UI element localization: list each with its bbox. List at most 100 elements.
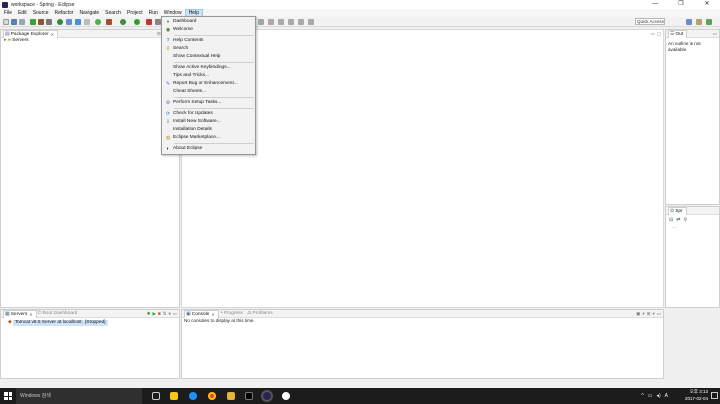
minimize-view-icon[interactable]: ▭ [713, 31, 717, 37]
help-menu-item-installation-details[interactable]: Installation Details [162, 126, 255, 134]
app-taskbar-icon[interactable] [282, 392, 290, 400]
tab-servers[interactable]: ▦ Servers ✕ [3, 309, 37, 318]
tab-boot-dashboard[interactable]: ⏻ Boot Dashboard [37, 310, 81, 317]
edge-icon[interactable] [189, 392, 197, 400]
windows-start-icon[interactable] [4, 392, 12, 400]
open-type-icon[interactable] [66, 19, 72, 25]
help-menu-item-welcome[interactable]: ◉ Welcome [162, 26, 255, 34]
display-console-icon[interactable]: ▣ [636, 311, 640, 317]
kakaotalk-icon[interactable] [170, 392, 178, 400]
close-icon[interactable]: ✕ [211, 311, 214, 318]
open-perspective-icon[interactable] [686, 19, 692, 25]
new-icon[interactable] [3, 19, 9, 25]
tab-progress[interactable]: ◔ Progress [219, 310, 246, 317]
tree-item-servers[interactable]: ▸ ▰ Servers [1, 38, 179, 44]
spring-collapse-icon[interactable]: ⊟ [669, 217, 673, 223]
debug-icon[interactable] [57, 19, 63, 25]
minimize-editor-icon[interactable]: ▭ [650, 31, 654, 37]
terminal-icon[interactable] [245, 392, 253, 400]
menu-file[interactable]: File [1, 9, 15, 17]
help-menu-item-about[interactable]: ◐ About Eclipse [162, 145, 255, 153]
toolbar-misc-icon[interactable] [84, 19, 90, 25]
eclipse-taskbar-icon[interactable] [263, 392, 271, 400]
toolbar-dropdown-icon[interactable] [106, 19, 112, 25]
help-menu-item-setup-tasks[interactable]: ⚙ Perform Setup Tasks... [162, 99, 255, 107]
forward-icon[interactable] [288, 19, 294, 25]
tab-package-explorer[interactable]: ▤ Package Explorer ✕ [3, 29, 58, 38]
pin-console-icon[interactable]: ▾ [642, 311, 644, 317]
nav-more-icon[interactable] [298, 19, 304, 25]
taskbar-search-input[interactable]: Windows 검색 [16, 388, 142, 404]
minimize-button[interactable]: — [642, 0, 668, 9]
menu-project[interactable]: Project [124, 9, 146, 17]
file-explorer-icon[interactable] [227, 392, 235, 400]
tab-problems[interactable]: ⚠ Problems [246, 310, 276, 317]
help-menu-item-install-software[interactable]: ⇩ Install New Software... [162, 118, 255, 126]
tab-spring[interactable]: ✿ Spr [668, 206, 687, 215]
help-menu-item-marketplace[interactable]: ◍ Eclipse Marketplace... [162, 134, 255, 142]
chrome-icon[interactable] [208, 392, 216, 400]
stop-server-icon[interactable]: ■ [158, 311, 161, 317]
run-icon[interactable] [134, 19, 140, 25]
menu-search[interactable]: Search [102, 9, 124, 17]
run-config-icon[interactable] [120, 19, 126, 25]
help-menu-item-help-contents[interactable]: ? Help Contents [162, 37, 255, 45]
volume-icon[interactable]: ◂) [656, 393, 660, 399]
taskbar-clock[interactable]: 오후 3:13 2017-02-04 [685, 389, 708, 402]
expand-arrow-icon[interactable]: ▸ [4, 38, 6, 44]
help-menu-item-check-updates[interactable]: ⟳ Check for Updates [162, 110, 255, 118]
menu-edit[interactable]: Edit [15, 9, 30, 17]
nav-last-edit-icon[interactable] [308, 19, 314, 25]
spring-more-icon[interactable]: ⋯ [666, 225, 719, 231]
java-ee-perspective-icon[interactable] [696, 19, 702, 25]
menu-navigate[interactable]: Navigate [76, 9, 102, 17]
open-task-icon[interactable] [75, 19, 81, 25]
help-menu-item-keybindings[interactable]: Show Active Keybindings... [162, 64, 255, 72]
task-view-icon[interactable] [152, 392, 160, 400]
build-icon[interactable] [38, 19, 44, 25]
ime-indicator[interactable]: A [665, 393, 668, 399]
menu-item-label: Report Bug or Enhancement... [173, 81, 238, 86]
tab-outline[interactable]: ☰ Out [668, 29, 688, 38]
save-all-icon[interactable] [19, 19, 25, 25]
tray-chevron-icon[interactable]: ^ [641, 393, 643, 399]
maximize-button[interactable]: ❐ [668, 0, 694, 9]
network-icon[interactable]: ▭ [648, 393, 653, 399]
help-menu-item-search[interactable]: ⚲ Search [162, 45, 255, 53]
quick-access-input[interactable]: Quick Access [635, 18, 665, 25]
maximize-editor-icon[interactable]: ▢ [657, 31, 661, 37]
annotation-next-icon[interactable] [268, 19, 274, 25]
tab-console[interactable]: ▣ Console ✕ [184, 309, 219, 318]
start-server-icon[interactable]: ▶ [153, 311, 156, 317]
start-server-debug-icon[interactable]: ✱ [147, 311, 151, 317]
save-icon[interactable] [11, 19, 17, 25]
minimize-view-icon[interactable]: ▭ [657, 311, 661, 317]
close-button[interactable]: ✕ [694, 0, 720, 9]
back-icon[interactable] [278, 19, 284, 25]
publish-icon[interactable]: ⇅ [163, 311, 167, 317]
help-menu-item-dashboard[interactable]: ● Dashboard [162, 18, 255, 26]
open-console-icon[interactable]: ⊞ [647, 311, 651, 317]
help-menu-item-report-bug[interactable]: ✎ Report Bug or Enhancement... [162, 80, 255, 88]
view-menu-icon[interactable]: ▾ [168, 311, 170, 317]
spring-filter-icon[interactable]: ⚲ [683, 217, 687, 223]
refresh-icon[interactable] [95, 19, 101, 25]
help-menu-item-cheat-sheets[interactable]: Cheat Sheets... [162, 88, 255, 96]
menu-source[interactable]: Source [30, 9, 52, 17]
close-icon[interactable]: ✕ [29, 311, 32, 318]
view-menu-icon[interactable]: ▾ [652, 311, 654, 317]
notification-icon[interactable] [711, 392, 718, 399]
help-menu-item-tips[interactable]: Tips and Tricks... [162, 72, 255, 80]
close-icon[interactable]: ✕ [51, 31, 54, 38]
server-row-tomcat[interactable]: ◆ Tomcat v8.5 Server at localhost [Stopp… [8, 320, 179, 326]
menu-run[interactable]: Run [146, 9, 161, 17]
menu-refactor[interactable]: Refactor [52, 9, 77, 17]
help-menu-item-contextual-help[interactable]: Show Contextual Help [162, 53, 255, 61]
toolbar-tool-icon[interactable] [46, 19, 52, 25]
spring-perspective-icon[interactable] [706, 19, 712, 25]
spring-link-icon[interactable]: ⇄ [676, 217, 680, 223]
server-icon[interactable] [30, 19, 36, 25]
external-tools-icon[interactable] [146, 19, 152, 25]
search-toolbar-icon[interactable] [258, 19, 264, 25]
minimize-view-icon[interactable]: ▭ [173, 311, 177, 317]
